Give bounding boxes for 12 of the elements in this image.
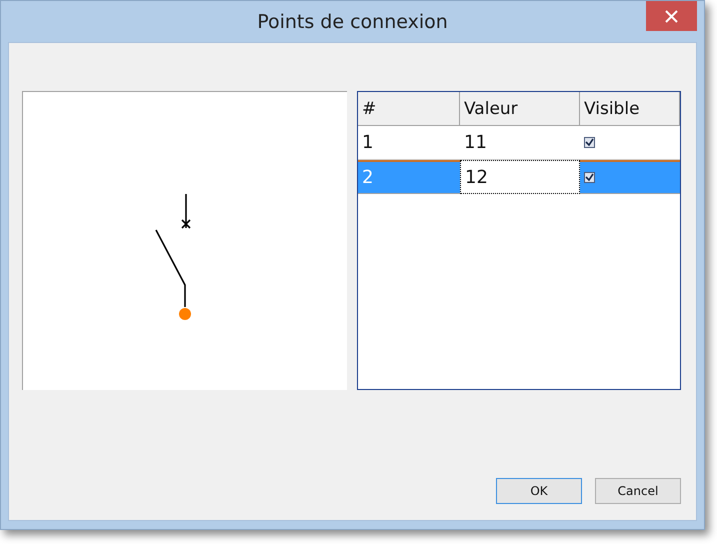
table-cell: 2 bbox=[358, 160, 460, 194]
column-header[interactable]: Valeur bbox=[460, 92, 580, 126]
ok-button[interactable]: OK bbox=[496, 478, 582, 504]
column-header[interactable]: # bbox=[358, 92, 460, 126]
table-cell: 12 bbox=[460, 160, 580, 194]
visible-checkbox[interactable] bbox=[584, 137, 595, 148]
cancel-button[interactable]: Cancel bbox=[595, 478, 681, 504]
close-button[interactable] bbox=[646, 1, 697, 31]
column-header[interactable]: Visible bbox=[580, 92, 680, 126]
window-title: Points de connexion bbox=[257, 11, 448, 33]
close-icon bbox=[665, 10, 678, 22]
visible-checkbox[interactable] bbox=[584, 172, 595, 183]
